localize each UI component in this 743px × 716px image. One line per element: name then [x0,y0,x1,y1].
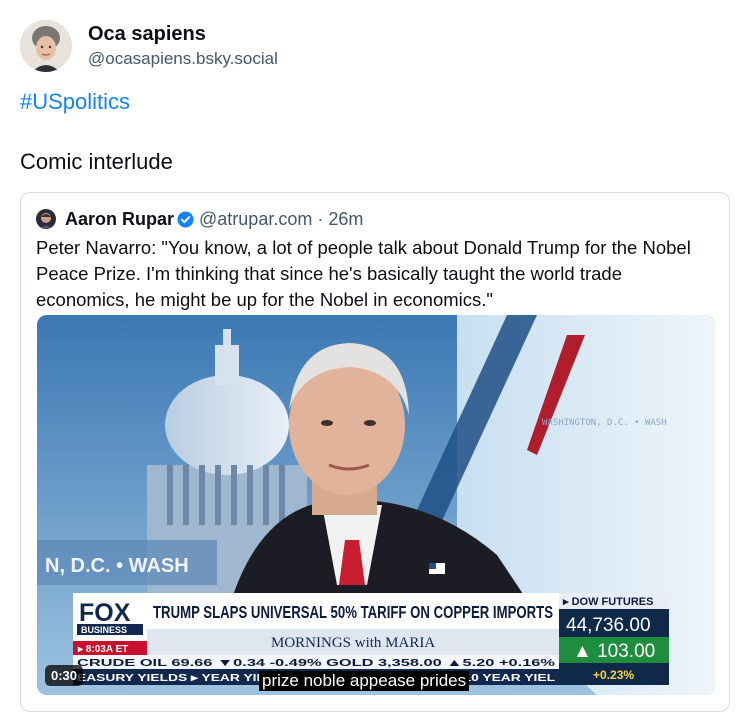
quoted-author-name[interactable]: Aaron Rupar [65,209,174,230]
ticker-commodities: CRUDE OIL 69.66 ▼0.34 -0.49% GOLD 3,358.… [77,657,556,669]
meta-separator: · [317,208,324,229]
network-sub: BUSINESS [81,625,127,635]
on-air-clock: ▸ 8:03A ET [77,644,128,655]
verified-check-icon [177,211,194,228]
quoted-post-text: Peter Navarro: "You know, a lot of peopl… [36,237,691,310]
quoted-post-header: Aaron Rupar @atrupar.com · 26m [36,207,363,231]
author-handle[interactable]: @ocasapiens.bsky.social [88,47,278,71]
futures-change: ▲ 103.00 [573,641,655,662]
author-avatar[interactable] [20,20,72,72]
futures-percent: +0.23% [593,668,634,682]
video-timestamp: 0:30 [45,665,84,686]
video-frame: N, D.C. • WASH WASHINGTON, D.C. • WASH F… [37,315,715,695]
post-header: Oca sapiens @ocasapiens.bsky.social [20,18,278,74]
quoted-post[interactable]: Aaron Rupar @atrupar.com · 26m Peter Nav… [20,192,730,712]
wall-text-left: N, D.C. • WASH [45,555,189,577]
video-player[interactable]: N, D.C. • WASH WASHINGTON, D.C. • WASH F… [37,315,715,695]
video-caption: prize noble appease prides [259,671,470,691]
network-logo: FOX [79,599,131,627]
quoted-author-handle[interactable]: @atrupar.com [199,209,312,230]
author-names: Oca sapiens @ocasapiens.bsky.social [88,21,278,71]
futures-value: 44,736.00 [566,615,651,636]
quoted-author-avatar[interactable] [36,209,56,229]
show-name: MORNINGS with MARIA [271,635,435,651]
chyron-headline: TRUMP SLAPS UNIVERSAL 50% TARIFF ON COPP… [153,602,553,622]
futures-label: ▸ DOW FUTURES [562,596,653,608]
quoted-post-time[interactable]: 26m [328,209,363,230]
wall-text-right: WASHINGTON, D.C. • WASH [542,418,667,428]
post-text: Comic interlude [20,149,173,174]
hashtag-link[interactable]: #USpolitics [20,88,130,116]
author-display-name[interactable]: Oca sapiens [88,21,278,47]
